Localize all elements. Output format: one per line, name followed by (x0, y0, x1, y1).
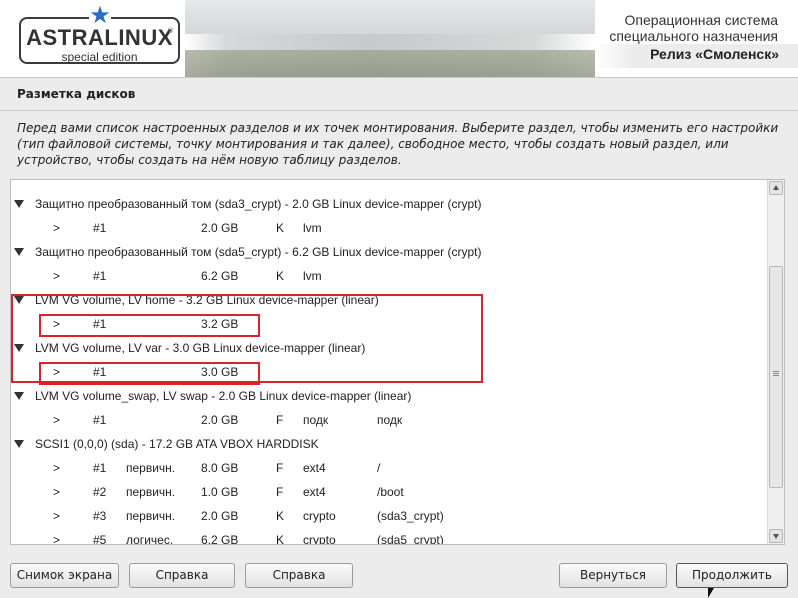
partition-number: #5 (93, 533, 107, 545)
group-label: LVM VG volume_swap, LV swap - 2.0 GB Lin… (35, 389, 412, 403)
installer-header: ASTRALINUX ® special edition ★ Операцион… (0, 0, 798, 78)
partition-number: #1 (93, 461, 107, 475)
partition-row[interactable]: > #2 первичн. 1.0 GB F ext4 /boot (11, 481, 768, 503)
partition-number: #1 (93, 413, 107, 427)
partition-size: 1.0 GB (201, 485, 239, 499)
partition-fs: crypto (303, 533, 336, 545)
partition-row[interactable]: > #5 логичес. 6.2 GB K crypto (sda5_cryp… (11, 529, 768, 545)
partition-flag: K (276, 533, 285, 545)
row-arrow: > (53, 413, 61, 427)
partition-type: логичес. (126, 533, 174, 545)
logo-registered-mark: ® (167, 27, 174, 35)
partition-size: 2.0 GB (201, 413, 239, 427)
list-scrollbar[interactable] (767, 180, 784, 544)
scroll-thumb[interactable] (769, 266, 783, 488)
star-icon: ★ (89, 1, 111, 29)
partition-mount: подк (377, 413, 403, 427)
partition-mount: (sda3_crypt) (377, 509, 444, 523)
partition-number: #1 (93, 269, 107, 283)
partition-type: первичн. (126, 485, 176, 499)
partition-list[interactable]: Защитно преобразованный том (sda3_crypt)… (10, 179, 785, 545)
help-button[interactable]: Справка (129, 563, 235, 588)
row-arrow: > (53, 533, 61, 545)
partition-size: 2.0 GB (201, 509, 239, 523)
release-name: Релиз «Смоленск» (650, 46, 779, 62)
partition-flag: K (276, 509, 285, 523)
partition-mount: / (377, 461, 381, 475)
description-line: (тип файловой системы, точку монтировани… (17, 137, 729, 151)
highlight-box-home-row (39, 314, 260, 337)
expand-triangle-icon[interactable] (14, 440, 24, 448)
partition-row[interactable]: > #1 первичн. 8.0 GB F ext4 / (11, 457, 768, 479)
highlight-box-var-row (39, 362, 260, 385)
expand-triangle-icon[interactable] (14, 248, 24, 256)
partition-mount: (sda5_crypt) (377, 533, 444, 545)
partition-flag: K (276, 269, 285, 283)
header-divider (0, 77, 798, 78)
group-label: Защитно преобразованный том (sda5_crypt)… (35, 245, 482, 259)
row-arrow: > (53, 269, 61, 283)
mouse-cursor-icon (708, 588, 714, 598)
back-button[interactable]: Вернуться (559, 563, 667, 588)
group-label: Защитно преобразованный том (sda3_crypt)… (35, 197, 482, 211)
partition-fs: crypto (303, 509, 336, 523)
page-description: Перед вами список настроенных разделов и… (17, 120, 785, 168)
partition-row[interactable]: > #1 6.2 GB K lvm (11, 265, 768, 287)
grip-icon (773, 371, 779, 372)
os-title-line1: Операционная система (624, 12, 778, 28)
page-title: Разметка дисков (17, 87, 136, 101)
partition-flag: F (276, 413, 284, 427)
partition-size: 6.2 GB (201, 533, 239, 545)
expand-triangle-icon[interactable] (14, 200, 24, 208)
scroll-up-icon[interactable] (769, 181, 783, 195)
row-arrow: > (53, 461, 61, 475)
banner-ground (185, 50, 595, 78)
row-arrow: > (53, 509, 61, 523)
os-title-line2: специального назначения (609, 28, 778, 44)
partition-size: 2.0 GB (201, 221, 239, 235)
partition-size: 6.2 GB (201, 269, 239, 283)
partition-mount: /boot (377, 485, 404, 499)
description-line: Перед вами список настроенных разделов и… (17, 121, 779, 135)
row-arrow: > (53, 485, 61, 499)
partition-group-row[interactable]: Защитно преобразованный том (sda3_crypt)… (11, 193, 768, 215)
partition-group-row[interactable]: Защитно преобразованный том (sda5_crypt)… (11, 241, 768, 263)
partition-group-row[interactable]: LVM VG volume_swap, LV swap - 2.0 GB Lin… (11, 385, 768, 407)
partition-fs: lvm (303, 269, 322, 283)
screenshot-button[interactable]: Снимок экрана (10, 563, 119, 588)
expand-triangle-icon[interactable] (14, 392, 24, 400)
partition-row[interactable]: > #3 первичн. 2.0 GB K crypto (sda3_cryp… (11, 505, 768, 527)
partition-flag: F (276, 461, 284, 475)
help-button-2[interactable]: Справка (245, 563, 353, 588)
partition-flag: F (276, 485, 284, 499)
partition-number: #1 (93, 221, 107, 235)
title-divider (0, 110, 798, 111)
partition-flag: K (276, 221, 285, 235)
partition-fs: ext4 (303, 461, 326, 475)
group-label: SCSI1 (0,0,0) (sda) - 17.2 GB ATA VBOX H… (35, 437, 319, 451)
partition-fs: lvm (303, 221, 322, 235)
partition-fs: ext4 (303, 485, 326, 499)
partition-number: #2 (93, 485, 107, 499)
logo-subtitle: special edition (61, 50, 138, 64)
row-arrow: > (53, 221, 61, 235)
partition-type: первичн. (126, 461, 176, 475)
partition-type: первичн. (126, 509, 176, 523)
partition-row[interactable]: > #1 2.0 GB F подк подк (11, 409, 768, 431)
partition-group-row[interactable]: SCSI1 (0,0,0) (sda) - 17.2 GB ATA VBOX H… (11, 433, 768, 455)
partition-number: #3 (93, 509, 107, 523)
continue-button[interactable]: Продолжить (676, 563, 788, 588)
partition-size: 8.0 GB (201, 461, 239, 475)
scroll-down-icon[interactable] (769, 529, 783, 543)
partition-fs: подк (303, 413, 329, 427)
partition-row[interactable]: > #1 2.0 GB K lvm (11, 217, 768, 239)
description-line: устройство, чтобы создать на нём новую т… (17, 153, 402, 167)
